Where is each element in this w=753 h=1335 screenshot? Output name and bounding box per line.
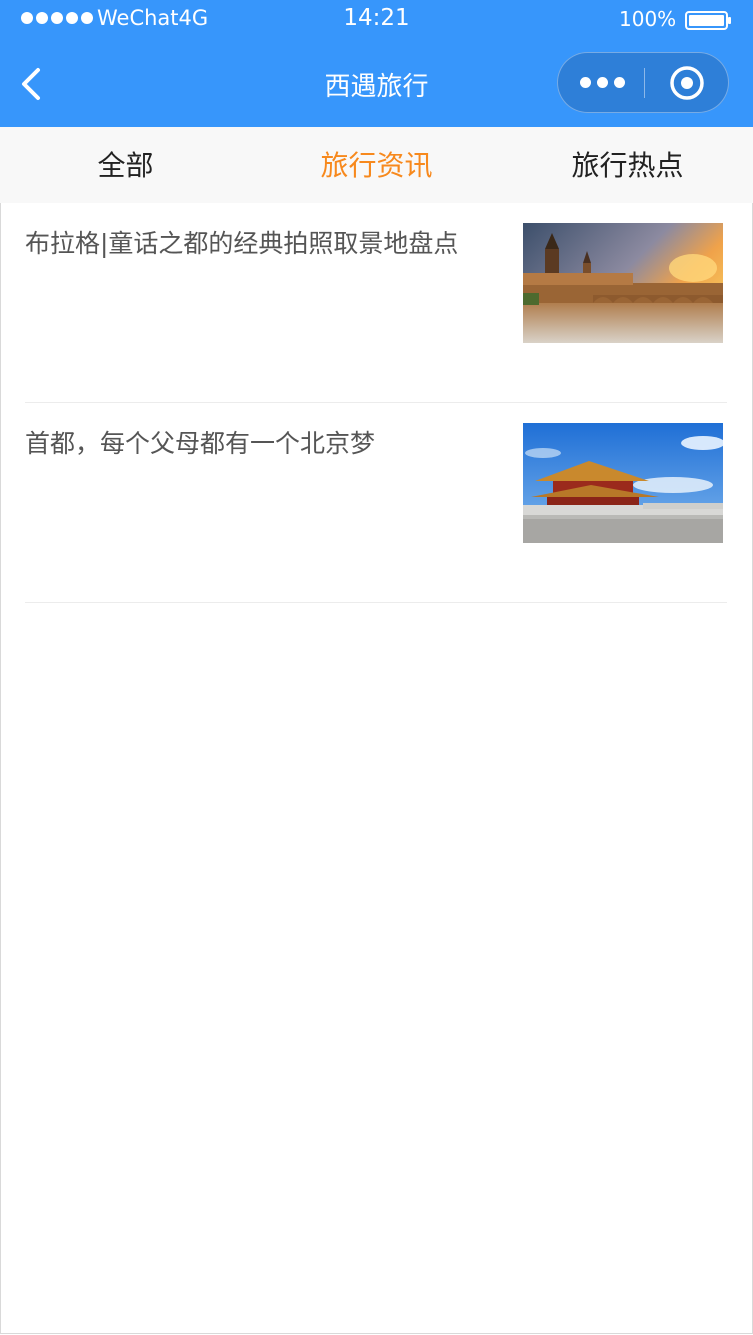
forbidden-city-palace-photo — [523, 423, 723, 543]
article-list: 布拉格|童话之都的经典拍照取景地盘点 首都，每个父母都有一个北京梦 — [25, 203, 727, 603]
menu-capsule — [557, 52, 729, 113]
more-dots-icon[interactable] — [580, 77, 625, 88]
article-thumbnail[interactable] — [523, 423, 723, 543]
tab-all[interactable]: 全部 — [0, 127, 251, 203]
article-title[interactable]: 首都，每个父母都有一个北京梦 — [25, 427, 505, 461]
tab-travel-hotspots[interactable]: 旅行热点 — [502, 127, 753, 203]
header: WeChat4G 14:21 100% 西遇旅行 — [0, 0, 753, 127]
prague-bridge-sunset-photo — [523, 223, 723, 343]
article-thumbnail[interactable] — [523, 223, 723, 343]
list-item[interactable]: 布拉格|童话之都的经典拍照取景地盘点 — [25, 203, 727, 403]
capsule-divider — [644, 68, 645, 98]
tab-bar: 全部 旅行资讯 旅行热点 — [0, 127, 753, 203]
target-circle-icon[interactable] — [669, 65, 705, 101]
battery-percent: 100% — [619, 7, 677, 31]
list-item[interactable]: 首都，每个父母都有一个北京梦 — [25, 403, 727, 603]
article-title[interactable]: 布拉格|童话之都的经典拍照取景地盘点 — [25, 227, 505, 261]
tab-travel-news[interactable]: 旅行资讯 — [251, 127, 502, 203]
status-bar: WeChat4G 14:21 100% — [0, 0, 753, 40]
battery-icon — [685, 11, 731, 30]
